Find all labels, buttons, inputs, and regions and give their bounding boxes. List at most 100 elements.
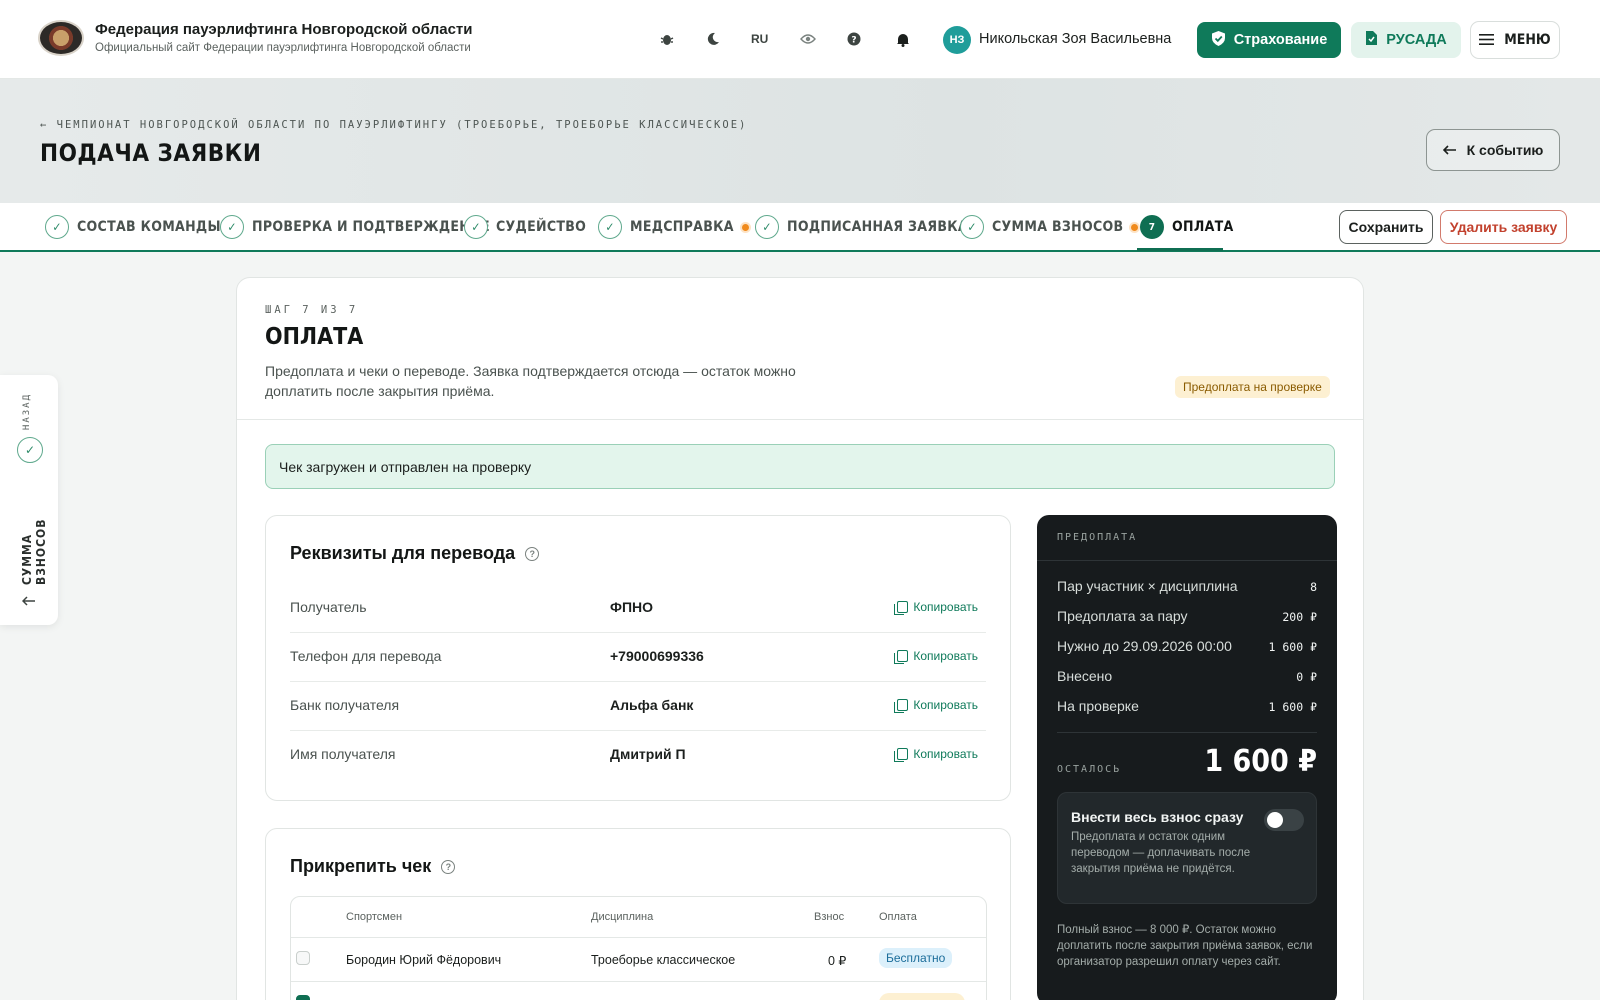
to-event-button[interactable]: К событию <box>1426 129 1560 171</box>
summary-label: Нужно до 29.09.2026 00:00 <box>1057 638 1232 654</box>
details-label: Имя получателя <box>290 746 396 762</box>
copy-icon <box>894 650 909 664</box>
rusada-button[interactable]: РУСАДА <box>1351 22 1461 58</box>
help-icon[interactable]: ? <box>441 859 456 874</box>
org-title[interactable]: Федерация пауэрлифтинга Новгородской обл… <box>95 21 472 38</box>
summary-label: Пар участник × дисциплина <box>1057 578 1238 594</box>
hamburger-icon <box>1479 32 1495 48</box>
column-header: Спортсмен <box>346 911 403 923</box>
copy-button[interactable]: Копировать <box>894 698 978 713</box>
copy-icon <box>894 699 909 713</box>
details-label: Получатель <box>290 599 367 615</box>
insurance-label: Страхование <box>1233 32 1328 48</box>
summary-label: Предоплата за пару <box>1057 608 1188 624</box>
attach-receipt-panel: Прикрепить чек ? Спортсмен Дисциплина Вз… <box>265 828 1011 1000</box>
attach-receipt-heading: Прикрепить чек <box>290 856 432 876</box>
section-description: Предоплата и чеки о переводе. Заявка под… <box>265 363 796 399</box>
help-icon[interactable]: ? <box>525 546 540 561</box>
summary-value: 1 600 ₽ <box>1268 700 1317 714</box>
help-icon[interactable]: ? <box>845 30 863 48</box>
summary-value: 200 ₽ <box>1282 610 1317 624</box>
breadcrumb[interactable]: ← ЧЕМПИОНАТ НОВГОРОДСКОЙ ОБЛАСТИ ПО ПАУЭ… <box>40 119 747 131</box>
tab-fees[interactable]: ✓ СУММА ВЗНОСОВ <box>960 215 1139 239</box>
user-name[interactable]: Никольская Зоя Васильевна <box>979 31 1171 47</box>
top-bar: Федерация пауэрлифтинга Новгородской обл… <box>0 0 1600 79</box>
transfer-details-heading: Реквизиты для перевода <box>290 543 516 563</box>
success-alert: Чек загружен и отправлен на проверку <box>265 444 1335 489</box>
tab-medical[interactable]: ✓ МЕДСПРАВКА <box>598 215 749 239</box>
copy-icon <box>894 601 909 615</box>
details-value: +79000699336 <box>610 648 704 664</box>
summary-value: 1 600 ₽ <box>1268 640 1317 654</box>
copy-label: Копировать <box>913 600 978 614</box>
user-avatar[interactable]: НЗ <box>943 26 971 54</box>
row-checkbox[interactable] <box>296 995 310 1000</box>
tab-signed-application[interactable]: ✓ ПОДПИСАННАЯ ЗАЯВКА <box>755 215 968 239</box>
remaining-label: ОСТАЛОСЬ <box>1057 764 1122 775</box>
document-icon <box>1365 30 1378 50</box>
eye-icon[interactable] <box>799 30 817 48</box>
delete-application-button[interactable]: Удалить заявку <box>1440 210 1567 244</box>
page-hero: ← ЧЕМПИОНАТ НОВГОРОДСКОЙ ОБЛАСТИ ПО ПАУЭ… <box>0 79 1600 203</box>
step-number-badge: 7 <box>1140 215 1164 239</box>
tab-payment[interactable]: 7 ОПЛАТА <box>1140 215 1234 239</box>
check-icon: ✓ <box>45 215 69 239</box>
org-subtitle: Официальный сайт Федерации пауэрлифтинга… <box>95 42 471 54</box>
tab-judging[interactable]: ✓ СУДЕЙСТВО <box>464 215 586 239</box>
tab-verification[interactable]: ✓ ПРОВЕРКА И ПОДТВЕРЖДЕНИЕ <box>220 215 490 239</box>
shield-icon <box>1211 30 1226 51</box>
row-checkbox[interactable] <box>296 951 310 965</box>
attach-receipt-title: Прикрепить чек ? <box>290 856 456 877</box>
copy-button[interactable]: Копировать <box>894 747 978 762</box>
column-header: Оплата <box>879 911 917 923</box>
warning-dot <box>1131 223 1139 231</box>
summary-row: Предоплата за пару 200 ₽ <box>1057 608 1317 628</box>
federation-logo[interactable] <box>38 20 84 56</box>
copy-button[interactable]: Копировать <box>894 600 978 615</box>
previous-step-tab[interactable]: НАЗАД ✓ СУММА ВЗНОСОВ <box>0 375 58 625</box>
summary-label: Внесено <box>1057 668 1113 684</box>
menu-button[interactable]: МЕНЮ <box>1470 21 1560 59</box>
summary-row: Внесено 0 ₽ <box>1057 668 1317 688</box>
bug-icon[interactable] <box>658 30 676 48</box>
step-label: ПОДПИСАННАЯ ЗАЯВКА <box>787 219 968 235</box>
to-event-label: К событию <box>1466 142 1544 158</box>
divider <box>291 937 986 938</box>
details-value: Альфа банк <box>610 697 694 713</box>
divider <box>237 419 1363 420</box>
language-switch[interactable]: RU <box>751 32 768 46</box>
back-label: НАЗАД <box>22 393 32 431</box>
payment-status-badge: Бесплатно <box>879 948 953 968</box>
discipline: Троеборье классическое <box>591 953 736 967</box>
pay-full-toggle[interactable] <box>1264 809 1304 831</box>
transfer-details-panel: Реквизиты для перевода ? Получатель ФПНО… <box>265 515 1011 801</box>
step-navigation: ✓ СОСТАВ КОМАНДЫ ✓ ПРОВЕРКА И ПОДТВЕРЖДЕ… <box>0 203 1600 252</box>
copy-button[interactable]: Копировать <box>894 649 978 664</box>
step-counter: ШАГ 7 ИЗ 7 <box>265 304 359 316</box>
divider <box>1057 732 1317 733</box>
column-header: Дисциплина <box>591 911 654 923</box>
athlete-name: Бородин Юрий Фёдорович <box>346 953 502 967</box>
details-label: Банк получателя <box>290 697 400 713</box>
status-badge: Предоплата на проверке <box>1175 376 1330 398</box>
moon-icon[interactable] <box>704 30 722 48</box>
summary-row: На проверке 1 600 ₽ <box>1057 698 1317 718</box>
rusada-label: РУСАДА <box>1386 32 1447 48</box>
check-icon: ✓ <box>960 215 984 239</box>
tab-team[interactable]: ✓ СОСТАВ КОМАНДЫ <box>45 215 221 239</box>
insurance-button[interactable]: Страхование <box>1197 22 1341 58</box>
details-row: Банк получателя Альфа банк Копировать <box>290 682 986 731</box>
svg-text:?: ? <box>851 36 856 46</box>
details-row: Имя получателя Дмитрий П Копировать <box>290 731 986 780</box>
athletes-table: Спортсмен Дисциплина Взнос Оплата Бороди… <box>290 896 987 1000</box>
step-label: ПРОВЕРКА И ПОДТВЕРЖДЕНИЕ <box>252 219 490 235</box>
prepayment-header: ПРЕДОПЛАТА <box>1057 532 1138 543</box>
bell-icon[interactable] <box>894 30 912 48</box>
summary-row: Пар участник × дисциплина 8 <box>1057 578 1317 598</box>
copy-icon <box>894 748 909 762</box>
prepayment-summary: ПРЕДОПЛАТА Пар участник × дисциплина 8 П… <box>1037 515 1337 1000</box>
details-value: ФПНО <box>610 599 654 615</box>
summary-value: 8 <box>1310 580 1317 594</box>
check-icon: ✓ <box>755 215 779 239</box>
save-button[interactable]: Сохранить <box>1339 210 1433 244</box>
